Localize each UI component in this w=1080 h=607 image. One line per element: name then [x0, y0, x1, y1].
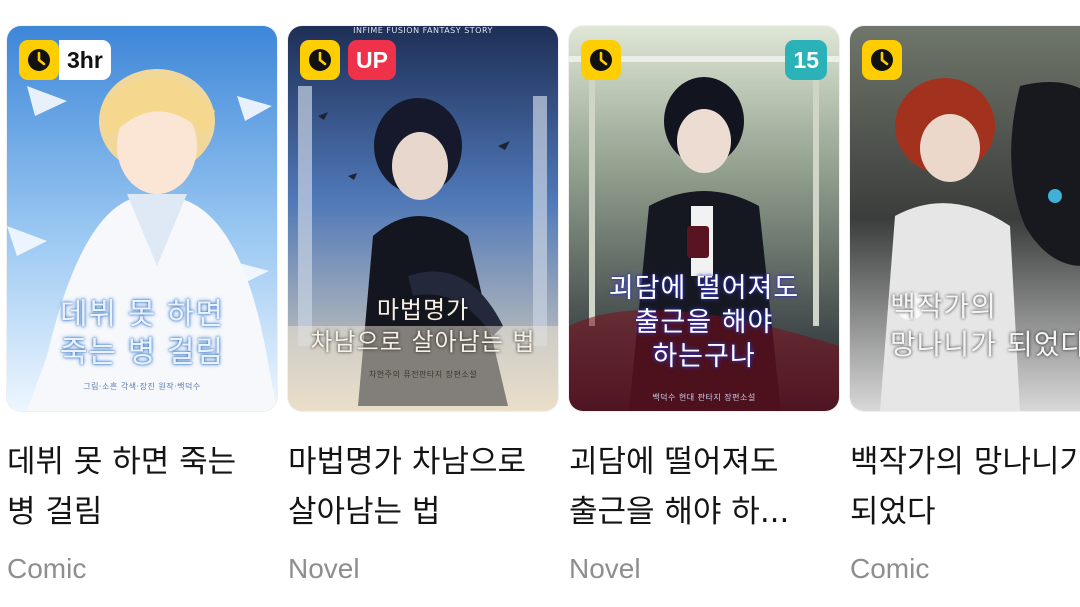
clock-icon — [862, 40, 902, 80]
card-genre: Comic — [850, 553, 930, 584]
update-badge: UP — [348, 40, 396, 80]
time-left-badge: 3hr — [59, 40, 111, 80]
card-genre: Novel — [288, 553, 360, 584]
badge-row: UP — [300, 40, 546, 80]
cover-title: 마법명가 차남으로 살아남는 법 — [310, 296, 536, 356]
content-card[interactable]: 괴담에 떨어져도 출근을 해야 하는구나 백덕수 현대 판타지 장편소설 15 … — [569, 26, 839, 606]
cover-credits: 백덕수 현대 판타지 장편소설 — [652, 393, 756, 402]
card-title[interactable]: 데뷔 못 하면 죽는 병 걸림 — [7, 437, 277, 537]
cover-title: 데뷔 못 하면 죽는 병 걸림 — [59, 297, 225, 370]
content-carousel[interactable]: 데뷔 못 하면 죽는 병 걸림 그림·소흔 각색·장진 원작·백덕수 3hr 데… — [0, 0, 1080, 607]
clock-icon — [300, 40, 340, 80]
cover-credits: 그림·소흔 각색·장진 원작·백덕수 — [83, 382, 201, 391]
card-title[interactable]: 백작가의 망나니가 되었다 — [850, 437, 1080, 537]
card-genre: Comic — [7, 553, 87, 584]
content-card[interactable]: 데뷔 못 하면 죽는 병 걸림 그림·소흔 각색·장진 원작·백덕수 3hr 데… — [7, 26, 277, 606]
clock-icon — [19, 40, 59, 80]
card-title[interactable]: 마법명가 차남으로 살아남는 법 — [288, 437, 558, 537]
badge-row: 3hr — [19, 40, 265, 80]
card-genre: Novel — [569, 553, 641, 584]
content-card[interactable]: INFIME FUSION FANTASY STORY 마법명가 차남으로 살아… — [288, 26, 558, 606]
clock-icon — [581, 40, 621, 80]
cover-title: 괴담에 떨어져도 출근을 해야 하는구나 — [608, 273, 800, 372]
cover-image[interactable]: 괴담에 떨어져도 출근을 해야 하는구나 백덕수 현대 판타지 장편소설 15 — [569, 26, 839, 411]
cover-title: 백작가의 망나니가 되었다 — [890, 290, 1080, 361]
cover-image[interactable]: INFIME FUSION FANTASY STORY 마법명가 차남으로 살아… — [288, 26, 558, 411]
cover-image[interactable]: 데뷔 못 하면 죽는 병 걸림 그림·소흔 각색·장진 원작·백덕수 3hr — [7, 26, 277, 411]
cover-image[interactable]: 백작가의 망나니가 되었다 — [850, 26, 1080, 411]
cover-series-tag: INFIME FUSION FANTASY STORY — [353, 26, 493, 35]
age-rating-badge: 15 — [785, 40, 827, 80]
content-card[interactable]: 백작가의 망나니가 되었다 백작가의 망나니가 되었다 Comic — [850, 26, 1080, 606]
card-title[interactable]: 괴담에 떨어져도 출근을 해야 하... — [569, 437, 839, 537]
badge-row — [862, 40, 1080, 80]
cover-credits: 차현주의 퓨전판타지 장편소설 — [368, 370, 478, 379]
badge-row: 15 — [581, 40, 827, 80]
